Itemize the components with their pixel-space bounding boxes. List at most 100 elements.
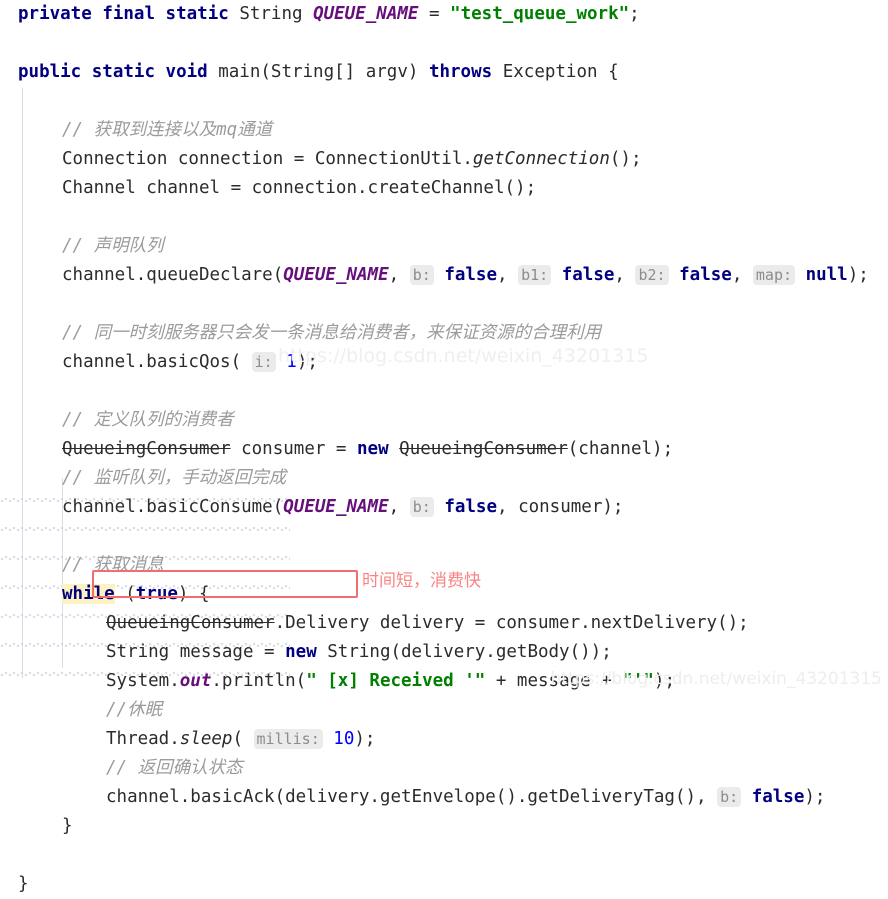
code-token: " [x] Received '" [306,671,486,691]
code-token: System. [106,671,180,691]
code-token: // 返回确认状态 [106,758,243,778]
code-token: QUEUE_NAME [283,265,389,285]
code-line: String message = new String(delivery.get… [0,638,888,667]
code-token: throws [428,62,493,82]
code-token: channel.queueDeclare( [62,265,284,285]
code-token: out [179,671,212,691]
code-token: } [18,874,29,894]
code-line: // 监听队列，手动返回完成 [0,464,888,493]
code-token: i: [251,352,276,372]
code-token: , [614,265,636,285]
code-line: channel.basicConsume(QUEUE_NAME, b: fals… [0,493,888,522]
code-token: null [805,265,848,285]
code-token: new [285,642,317,662]
code-token: ) { [177,584,210,604]
code-token: false [751,787,805,807]
code-token: ); [804,787,826,807]
code-token: QueueingConsumer [62,439,231,459]
code-token: .Delivery delivery = consumer.nextDelive… [274,613,749,633]
code-line: QueueingConsumer.Delivery delivery = con… [0,609,888,638]
code-token: QueueingConsumer [399,439,568,459]
code-token: ); [653,671,675,691]
code-token: } [62,816,73,836]
code-token: b: [409,265,434,285]
code-line: // 返回确认状态 [0,754,888,783]
code-token: channel.basicConsume( [62,497,284,517]
code-token: 1 [286,352,297,372]
code-token: main(String[] argv) [218,62,429,82]
code-token: "'" [622,671,654,691]
code-token: void [165,62,208,82]
code-line: //休眠 [0,696,888,725]
code-token: QueueingConsumer [106,613,275,633]
code-token: // 获取消息 [62,555,164,575]
code-token: // 获取到连接以及mq通道 [62,120,273,140]
code-token: true [135,584,178,604]
code-token: public [18,62,82,82]
code-line: System.out.println(" [x] Received '" + m… [0,667,888,696]
code-line: channel.queueDeclare(QUEUE_NAME, b: fals… [0,261,888,290]
code-line: // 获取到连接以及mq通道 [0,116,888,145]
code-token: false [444,497,497,517]
code-token: Thread. [106,729,180,749]
code-line: // 定义队列的消费者 [0,406,888,435]
code-token: b: [717,787,742,807]
code-token: , [731,265,753,285]
code-token: false [444,265,497,285]
code-token: static [165,4,229,24]
code-token: , consumer); [497,497,624,517]
code-token: 10 [333,729,355,749]
code-line: private final static String QUEUE_NAME =… [0,0,888,29]
code-token: Exception { [502,62,619,82]
code-token: ); [847,265,869,285]
code-token: channel.basicQos( [62,352,252,372]
code-line: Connection connection = ConnectionUtil.g… [0,145,888,174]
code-token: .println( [211,671,307,691]
code-line: QueueingConsumer consumer = new Queueing… [0,435,888,464]
code-token: String(delivery.getBody()); [316,642,612,662]
code-token: , [388,265,410,285]
code-token: // 声明队列 [62,236,164,256]
code-token: b1: [518,265,552,285]
code-token: getConnection [472,149,610,169]
code-token: , [388,497,410,517]
code-token: new [357,439,389,459]
code-line: channel.basicAck(delivery.getEnvelope().… [0,783,888,812]
code-token: false [561,265,615,285]
code-line: } [0,870,888,899]
code-token: ( [232,729,254,749]
code-token: ); [354,729,376,749]
code-token: (); [609,149,642,169]
code-token: String message = [106,642,286,662]
annotation-note: 时间短，消费快 [362,571,481,591]
code-line: // 同一时刻服务器只会发一条消息给消费者，来保证资源的合理利用 [0,319,888,348]
code-editor[interactable]: private final static String QUEUE_NAME =… [0,0,888,894]
code-token: static [91,62,155,82]
code-line: // 声明队列 [0,232,888,261]
code-token: , [497,265,519,285]
code-token: "test_queue_work" [450,4,630,24]
code-line: public static void main(String[] argv) t… [0,58,888,87]
code-token: //休眠 [106,700,163,720]
code-line: channel.basicQos( i: 1); [0,348,888,377]
code-token: channel.basicAck(delivery.getEnvelope().… [106,787,718,807]
code-token: ; [629,4,640,24]
code-token: sleep [179,729,233,749]
code-token: Channel channel = connection.createChann… [62,178,537,198]
code-token: (channel); [567,439,674,459]
